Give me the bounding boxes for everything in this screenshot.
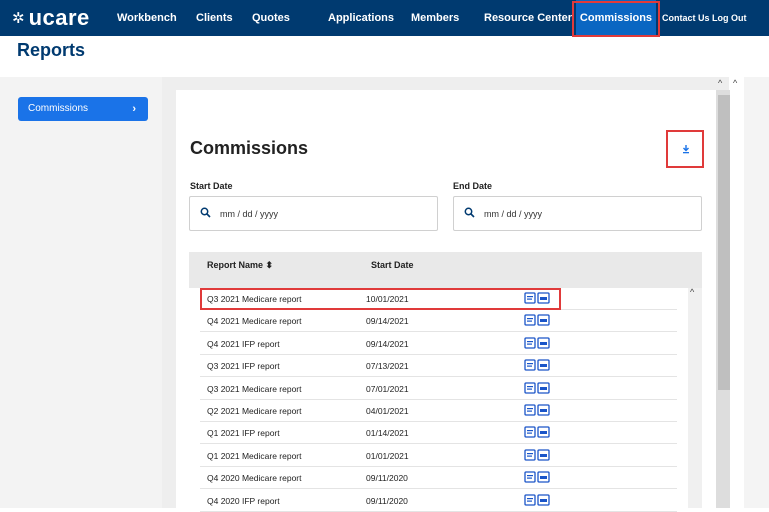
pdf-file-icon[interactable] bbox=[524, 404, 536, 416]
start-date-cell: 09/11/2020 bbox=[366, 495, 408, 506]
right-gutter bbox=[744, 77, 769, 508]
nav-commissions[interactable]: Commissions bbox=[576, 0, 656, 36]
table-row[interactable]: Q3 2021 Medicare report 10/01/2021 bbox=[200, 288, 677, 310]
table-scrollbar[interactable] bbox=[688, 288, 702, 508]
csv-file-icon[interactable] bbox=[537, 381, 550, 394]
table-row[interactable]: Q4 2020 Medicare report 09/11/2020 bbox=[200, 467, 677, 490]
start-date-field[interactable]: mm / dd / yyyy bbox=[189, 196, 438, 231]
nav-applications[interactable]: Applications bbox=[328, 0, 394, 36]
csv-file-icon[interactable] bbox=[537, 449, 550, 461]
nav-contact-us[interactable]: Contact Us bbox=[662, 0, 710, 36]
nav-resource-center[interactable]: Resource Center bbox=[484, 0, 572, 36]
start-date-label: Start Date bbox=[190, 181, 233, 191]
report-name-cell: Q3 2021 IFP report bbox=[207, 361, 280, 372]
table-row[interactable]: Q4 2021 Medicare report 09/14/2021 bbox=[200, 310, 677, 333]
pdf-file-icon[interactable] bbox=[524, 493, 536, 506]
search-icon bbox=[200, 207, 211, 218]
column-header-report-name[interactable]: Report Name ⬍ bbox=[207, 260, 273, 271]
report-name-cell: Q2 2021 Medicare report bbox=[207, 406, 302, 416]
sidebar-item-commissions[interactable]: Commissions › bbox=[18, 97, 148, 121]
report-name-cell: Q1 2021 Medicare report bbox=[207, 450, 302, 461]
report-file-icons bbox=[524, 337, 550, 349]
start-date-cell: 01/01/2021 bbox=[366, 450, 409, 461]
page-scrollbar-thumb[interactable] bbox=[718, 95, 730, 390]
column-header-start-date: Start Date bbox=[371, 260, 414, 270]
chevron-right-icon: › bbox=[132, 103, 136, 115]
start-date-cell: 04/01/2021 bbox=[366, 406, 409, 416]
nav-members[interactable]: Members bbox=[411, 0, 459, 36]
nav-clients[interactable]: Clients bbox=[196, 0, 233, 36]
scroll-up-icon[interactable]: ^ bbox=[733, 78, 737, 88]
report-name-cell: Q4 2020 Medicare report bbox=[207, 473, 302, 484]
start-date-cell: 10/01/2021 bbox=[366, 294, 409, 304]
start-date-cell: 09/14/2021 bbox=[366, 316, 409, 327]
csv-file-icon[interactable] bbox=[537, 314, 550, 327]
report-file-icons bbox=[524, 493, 550, 506]
pdf-file-icon[interactable] bbox=[524, 449, 536, 461]
csv-file-icon[interactable] bbox=[537, 404, 550, 416]
start-date-cell: 01/14/2021 bbox=[366, 428, 409, 439]
report-name-cell: Q4 2021 IFP report bbox=[207, 338, 280, 349]
scroll-up-icon[interactable]: ^ bbox=[718, 78, 722, 88]
report-name-cell: Q1 2021 IFP report bbox=[207, 428, 280, 439]
pdf-file-icon[interactable] bbox=[524, 381, 536, 394]
report-name-cell: Q3 2021 Medicare report bbox=[207, 294, 302, 304]
nav-log-out[interactable]: Log Out bbox=[712, 0, 747, 36]
pdf-file-icon[interactable] bbox=[524, 426, 536, 439]
page-title: Reports bbox=[17, 40, 86, 60]
report-name-cell: Q4 2020 IFP report bbox=[207, 495, 280, 506]
card-title: Commissions bbox=[190, 138, 309, 158]
table-row[interactable]: Q3 2021 IFP report 07/13/2021 bbox=[200, 355, 677, 378]
report-file-icons bbox=[524, 359, 550, 371]
report-file-icons bbox=[524, 449, 550, 461]
report-file-icons bbox=[524, 381, 550, 394]
report-file-icons bbox=[524, 426, 550, 439]
sidebar-item-label: Commissions bbox=[28, 103, 89, 114]
end-date-label: End Date bbox=[453, 181, 493, 191]
logo-mark-icon: ✲ bbox=[12, 10, 25, 27]
csv-file-icon[interactable] bbox=[537, 471, 550, 483]
table-row[interactable]: Q2 2021 Medicare report 04/01/2021 bbox=[200, 400, 677, 422]
report-file-icons bbox=[524, 404, 550, 416]
pdf-file-icon[interactable] bbox=[524, 337, 536, 349]
nav-workbench[interactable]: Workbench bbox=[117, 0, 177, 36]
pdf-file-icon[interactable] bbox=[524, 471, 536, 483]
start-date-cell: 09/11/2020 bbox=[366, 473, 408, 484]
pdf-file-icon[interactable] bbox=[524, 314, 536, 327]
logo-text: ucare bbox=[28, 5, 90, 30]
pdf-file-icon[interactable] bbox=[524, 359, 536, 371]
csv-file-icon[interactable] bbox=[537, 359, 550, 371]
end-date-placeholder: mm / dd / yyyy bbox=[484, 209, 543, 219]
search-icon bbox=[464, 207, 475, 218]
sidebar bbox=[0, 77, 162, 508]
start-date-cell: 07/13/2021 bbox=[366, 361, 409, 372]
report-name-cell: Q4 2021 Medicare report bbox=[207, 316, 302, 327]
table-row[interactable]: Q4 2020 IFP report 09/11/2020 bbox=[200, 490, 677, 512]
csv-file-icon[interactable] bbox=[537, 493, 550, 506]
report-file-icons bbox=[524, 471, 550, 483]
nav-quotes[interactable]: Quotes bbox=[252, 0, 290, 36]
report-file-icons bbox=[524, 314, 550, 327]
ucare-logo[interactable]: ✲ ucare bbox=[12, 5, 90, 30]
end-date-field[interactable]: mm / dd / yyyy bbox=[453, 196, 702, 231]
table-row[interactable]: Q1 2021 IFP report 01/14/2021 bbox=[200, 422, 677, 445]
csv-file-icon[interactable] bbox=[537, 337, 550, 349]
start-date-cell: 07/01/2021 bbox=[366, 383, 409, 394]
csv-file-icon[interactable] bbox=[537, 292, 550, 304]
download-icon bbox=[683, 145, 689, 154]
report-file-icons bbox=[524, 292, 550, 304]
table-row[interactable]: Q3 2021 Medicare report 07/01/2021 bbox=[200, 378, 677, 400]
start-date-placeholder: mm / dd / yyyy bbox=[220, 209, 279, 219]
top-nav-bar: ✲ ucare Workbench Clients Quotes Applica… bbox=[0, 0, 769, 36]
scroll-up-icon[interactable]: ^ bbox=[690, 287, 694, 297]
table-row[interactable]: Q1 2021 Medicare report 01/01/2021 bbox=[200, 445, 677, 467]
start-date-cell: 09/14/2021 bbox=[366, 338, 409, 349]
pdf-file-icon[interactable] bbox=[524, 292, 536, 304]
report-name-cell: Q3 2021 Medicare report bbox=[207, 383, 302, 394]
table-row[interactable]: Q4 2021 IFP report 09/14/2021 bbox=[200, 333, 677, 355]
csv-file-icon[interactable] bbox=[537, 426, 550, 439]
download-button[interactable] bbox=[666, 130, 704, 168]
